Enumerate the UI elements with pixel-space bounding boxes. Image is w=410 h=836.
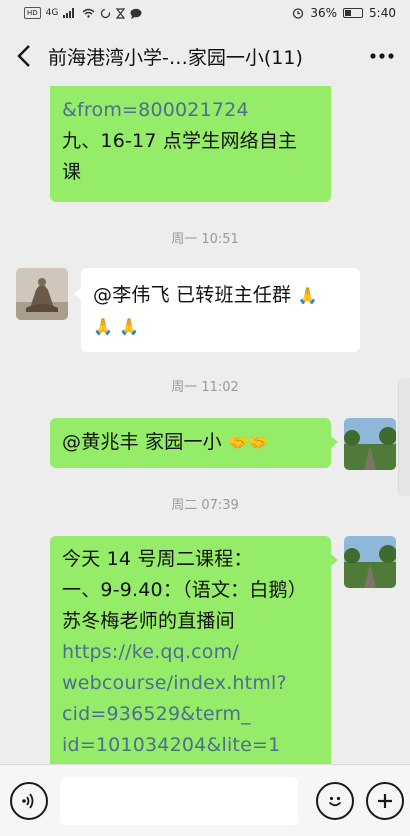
praying-hands-emoji: 🙏 — [297, 286, 318, 305]
bubble-tail — [74, 288, 81, 300]
scroll-handle[interactable] — [398, 378, 410, 496]
message-line: 一、9-9.40：（语文：白鹅） — [62, 579, 307, 601]
timestamp: 周二 07:39 — [171, 498, 239, 513]
avatar[interactable] — [344, 418, 396, 470]
more-dots-icon — [370, 53, 394, 59]
message-line[interactable]: &from=800021724 — [62, 95, 319, 126]
battery-percent: 36% — [310, 6, 338, 20]
battery-icon — [343, 8, 364, 18]
message-link[interactable]: https://ke.qq.com/ — [62, 637, 319, 668]
wifi-icon — [82, 8, 95, 18]
message-line: 今天 14 号周二课程： — [62, 548, 253, 570]
status-right: 36% 5:40 — [292, 6, 396, 20]
message-line: 九、16-17 点学生网络自主 — [62, 130, 298, 152]
avatar[interactable] — [344, 536, 396, 588]
status-left: HD 4G — [24, 7, 142, 19]
message-bubble-sent[interactable]: 今天 14 号周二课程： 一、9-9.40：（语文：白鹅） 苏冬梅老师的直播间 … — [50, 536, 331, 764]
timestamp: 周一 10:51 — [171, 232, 239, 247]
chat-title: 前海港湾小学-…家园一小(11) — [48, 46, 303, 69]
message-bubble-received[interactable]: @李伟飞 已转班主任群 🙏 🙏 🙏 — [81, 268, 360, 352]
alarm-icon — [293, 8, 304, 19]
message-link[interactable]: id=101034204&lite=1 — [62, 730, 319, 761]
message-line: 🙏 🙏 — [93, 311, 348, 342]
signal-icon — [63, 8, 75, 18]
message-text: @李伟飞 已转班主任群 — [93, 284, 292, 306]
title-bar: 前海港湾小学-…家园一小(11) — [0, 26, 410, 86]
message-line: 课 — [62, 161, 82, 183]
praying-hands-emoji: 🙏 — [93, 317, 114, 336]
avatar-image — [344, 536, 396, 588]
avatar-image — [344, 418, 396, 470]
message-bubble-sent[interactable]: id=101036982&lite=1 &from=800021724 九、16… — [50, 86, 331, 202]
message-line: @黄兆丰 家园一小 🤝🤝 — [62, 427, 319, 458]
voice-icon — [22, 792, 34, 809]
praying-hands-emoji: 🙏 — [119, 317, 140, 336]
message-line: @李伟飞 已转班主任群 🙏 — [93, 280, 348, 311]
bubble-tail — [331, 436, 338, 448]
emoji-button[interactable] — [316, 781, 354, 820]
battery-level — [345, 10, 352, 16]
chat-area[interactable]: id=101036982&lite=1 &from=800021724 九、16… — [0, 86, 410, 764]
message-text: @黄兆丰 家园一小 — [62, 431, 222, 453]
clock: 5:40 — [369, 6, 396, 20]
message-link[interactable]: cid=936529&term_ — [62, 699, 319, 730]
avatar-image — [16, 268, 68, 320]
voice-button[interactable] — [10, 781, 48, 820]
network-indicator: 4G — [45, 8, 59, 18]
input-bar — [0, 764, 410, 836]
handshake-emoji: 🤝🤝 — [228, 433, 269, 452]
message-line[interactable]: id=101036982&lite=1 — [62, 86, 319, 95]
hd-indicator: HD — [24, 7, 41, 19]
avatar[interactable] — [16, 268, 68, 320]
add-button[interactable] — [366, 781, 404, 820]
plus-icon — [378, 793, 392, 808]
message-bubble-sent[interactable]: @黄兆丰 家园一小 🤝🤝 — [50, 418, 331, 468]
message-line: 苏冬梅老师的直播间 — [62, 610, 235, 632]
message-link[interactable]: webcourse/index.html? — [62, 668, 319, 699]
emoji-icon — [328, 796, 342, 806]
chevron-left-icon — [17, 45, 30, 67]
status-bar: HD 4G 36% 5:40 — [0, 0, 410, 26]
bubble-tail — [331, 554, 338, 566]
back-button[interactable] — [0, 26, 48, 86]
timestamp: 周一 11:02 — [171, 380, 239, 395]
hourglass-icon — [116, 7, 126, 19]
more-button[interactable] — [354, 26, 410, 86]
sync-icon — [101, 8, 111, 18]
message-input[interactable] — [60, 776, 298, 825]
chat-notification-icon — [130, 8, 142, 19]
